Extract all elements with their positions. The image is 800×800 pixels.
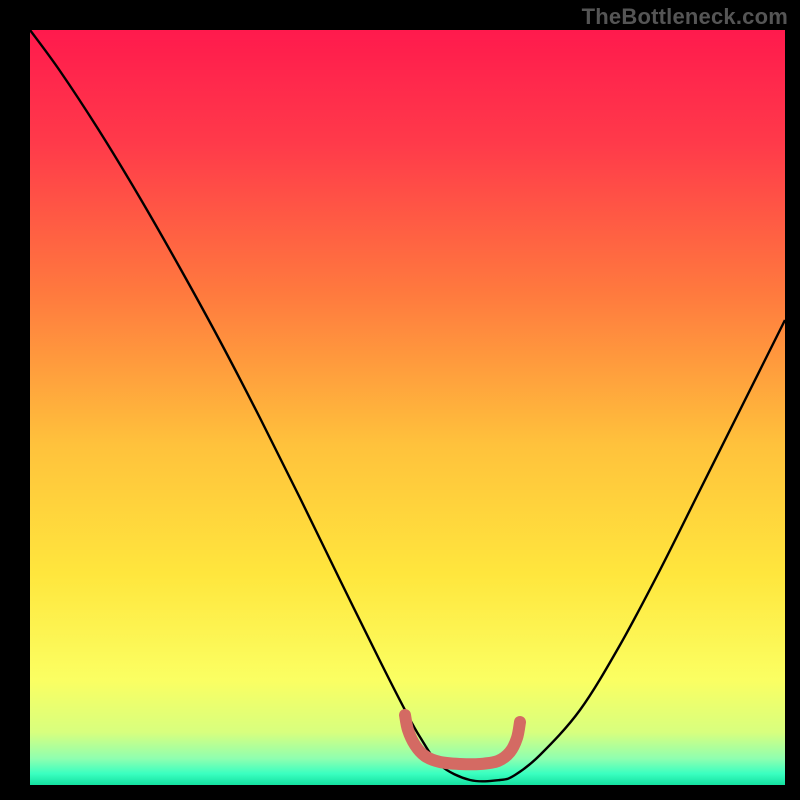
- bottleneck-chart: [0, 0, 800, 800]
- watermark-text: TheBottleneck.com: [582, 4, 788, 30]
- plot-background: [30, 30, 785, 785]
